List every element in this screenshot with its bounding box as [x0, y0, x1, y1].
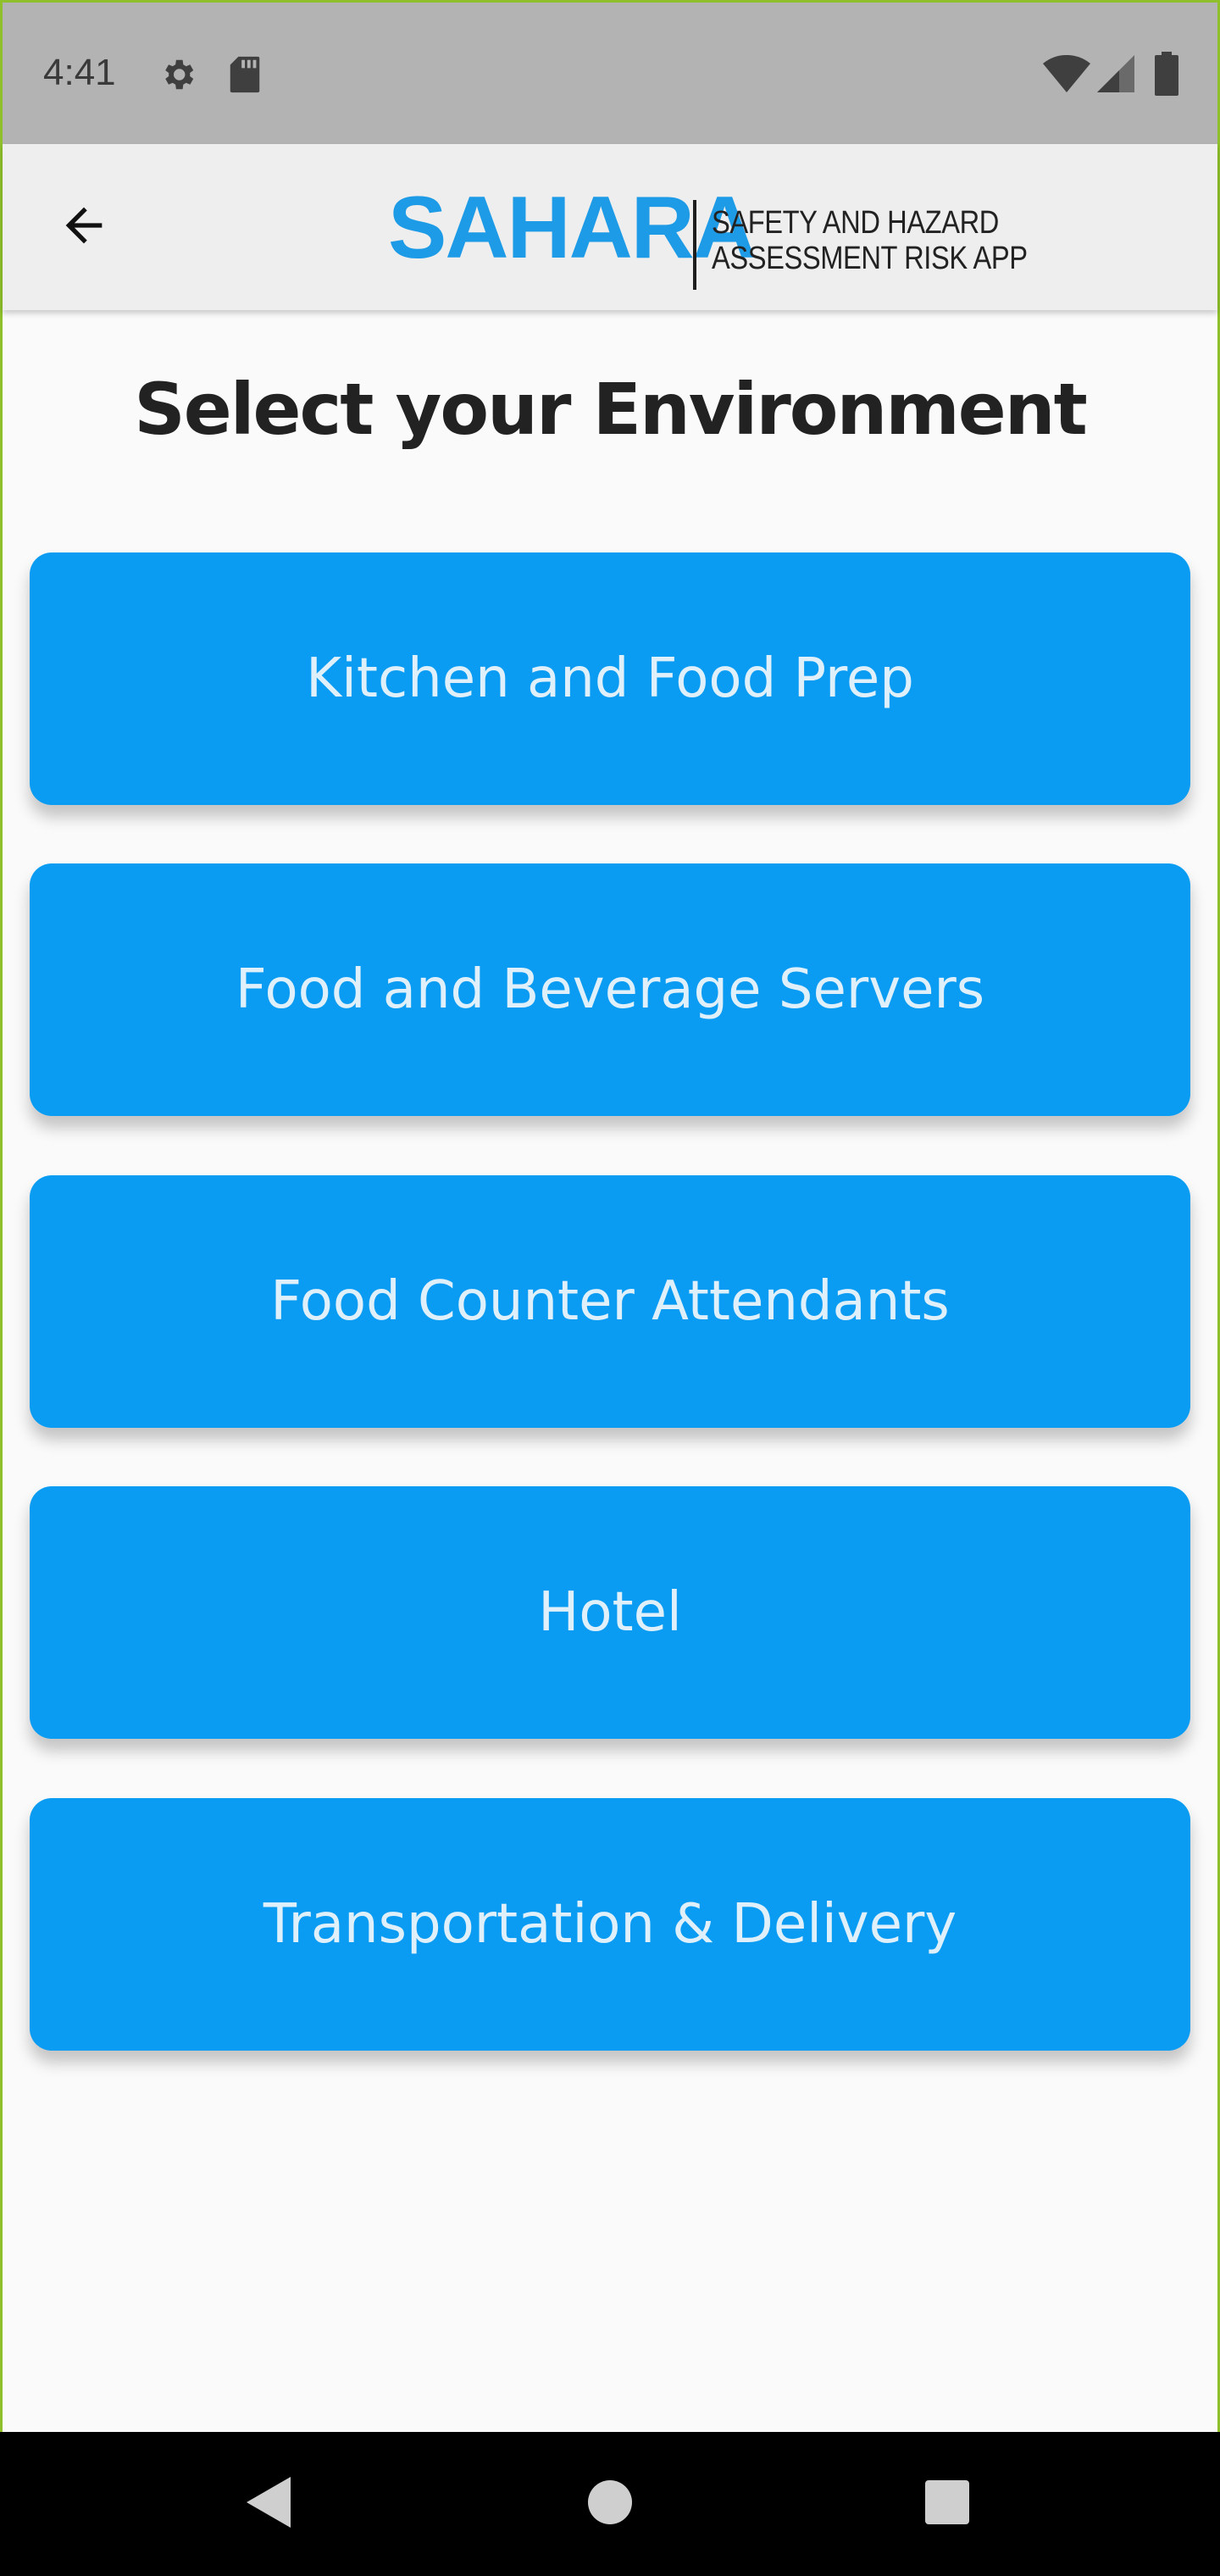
- logo-tagline-line2: ASSESSMENT RISK APP: [712, 241, 1028, 276]
- logo-wordmark: SAHARA: [388, 179, 757, 277]
- nav-recents-button[interactable]: [909, 2466, 985, 2542]
- sahara-logo: SAHARA SAFETY AND HAZARD ASSESSMENT RISK…: [388, 169, 1028, 290]
- environment-button-transportation-delivery[interactable]: Transportation & Delivery: [30, 1798, 1190, 2051]
- system-nav-bar: [0, 2432, 1220, 2576]
- home-circle-icon: [586, 2479, 634, 2529]
- environment-button-food-counter-attendants[interactable]: Food Counter Attendants: [30, 1175, 1190, 1428]
- gear-icon: [158, 55, 197, 97]
- back-button[interactable]: [52, 195, 116, 259]
- status-time: 4:41: [43, 52, 116, 93]
- status-bar: 4:41: [0, 0, 1220, 144]
- back-triangle-icon: [243, 2475, 294, 2533]
- recents-square-icon: [923, 2479, 971, 2529]
- signal-icon: [1097, 55, 1134, 96]
- environment-button-food-beverage-servers[interactable]: Food and Beverage Servers: [30, 863, 1190, 1116]
- app-bar: SAHARA SAFETY AND HAZARD ASSESSMENT RISK…: [3, 144, 1217, 310]
- main-content: Select your Environment Kitchen and Food…: [3, 310, 1217, 2429]
- logo-divider: [693, 200, 696, 290]
- environment-button-hotel[interactable]: Hotel: [30, 1486, 1190, 1739]
- logo-tagline-line1: SAFETY AND HAZARD: [712, 205, 999, 241]
- sd-card-icon: [228, 55, 262, 97]
- battery-icon: [1155, 52, 1178, 99]
- nav-home-button[interactable]: [572, 2466, 648, 2542]
- logo-tagline: SAFETY AND HAZARD ASSESSMENT RISK APP: [712, 205, 1028, 276]
- wifi-icon: [1043, 54, 1090, 96]
- arrow-left-icon: [57, 198, 111, 256]
- environment-button-kitchen[interactable]: Kitchen and Food Prep: [30, 552, 1190, 805]
- page-title: Select your Environment: [134, 368, 1087, 451]
- nav-back-button[interactable]: [230, 2466, 307, 2542]
